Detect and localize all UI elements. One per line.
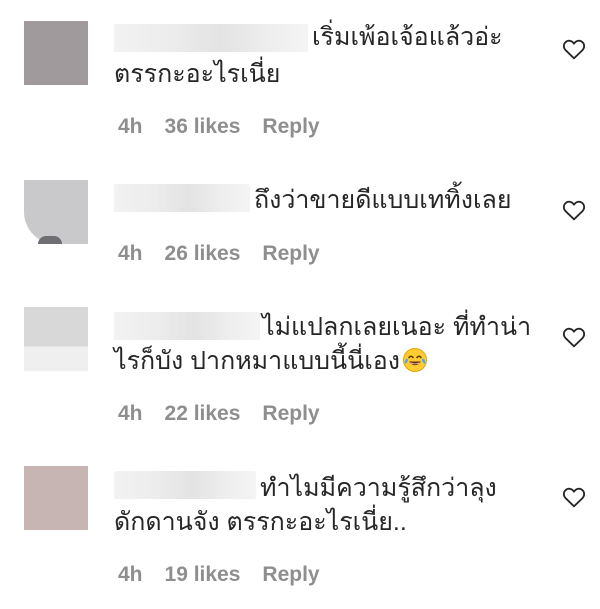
comment-likes[interactable]: 36 likes	[165, 115, 241, 138]
heart-outline-icon[interactable]	[562, 326, 586, 348]
comment-text-line: ทำไมมีความรู้สึกว่าลุง	[260, 474, 497, 502]
reply-button[interactable]: Reply	[262, 563, 319, 586]
avatar[interactable]	[24, 21, 88, 85]
comments-list: เริ่มเพ้อเจ้อแล้วอ่ะ ตรรกะอะไรเนี่ย 4h 36…	[0, 0, 600, 609]
username-redacted	[114, 312, 260, 340]
reply-button[interactable]: Reply	[262, 402, 319, 425]
comment-text-line: ไรก็บัง ปากหมาแบบนี้นี่เอง	[114, 346, 428, 376]
comment-likes[interactable]: 19 likes	[165, 563, 241, 586]
comment-meta: 4h 22 likes Reply	[118, 401, 342, 427]
comment-text-line: เริ่มเพ้อเจ้อแล้วอ่ะ	[312, 23, 503, 51]
comment-meta: 4h 19 likes Reply	[118, 562, 342, 588]
comment-likes[interactable]: 26 likes	[165, 242, 241, 265]
comment-time: 4h	[118, 115, 143, 138]
comment-time: 4h	[118, 242, 143, 265]
heart-outline-icon[interactable]	[562, 199, 586, 221]
username-redacted	[114, 24, 308, 52]
heart-outline-icon[interactable]	[562, 486, 586, 508]
heart-outline-icon[interactable]	[562, 38, 586, 60]
avatar[interactable]	[24, 307, 88, 371]
comment-text-fragment: ไรก็บัง ปากหมาแบบนี้นี่เอง	[114, 347, 400, 375]
comment-text-line: ถึงว่าขายดีแบบเททิ้งเลย	[254, 186, 512, 214]
face-with-tears-of-joy-icon	[402, 347, 428, 373]
username-redacted	[114, 184, 250, 212]
comment-meta: 4h 26 likes Reply	[118, 241, 342, 267]
avatar[interactable]	[24, 466, 88, 530]
username-redacted	[114, 471, 256, 499]
reply-button[interactable]: Reply	[262, 242, 319, 265]
comment-time: 4h	[118, 402, 143, 425]
comment-meta: 4h 36 likes Reply	[118, 114, 342, 140]
comment-text-line: ไม่แปลกเลยเนอะ ที่ทำน่า	[262, 313, 532, 341]
comment-text-line: ตรรกะอะไรเนี่ย	[114, 60, 281, 88]
avatar[interactable]	[24, 180, 88, 244]
comment-likes[interactable]: 22 likes	[165, 402, 241, 425]
reply-button[interactable]: Reply	[262, 115, 319, 138]
comment-time: 4h	[118, 563, 143, 586]
comment-text-line: ดักดานจัง ตรรกะอะไรเนี่ย..	[114, 508, 407, 536]
